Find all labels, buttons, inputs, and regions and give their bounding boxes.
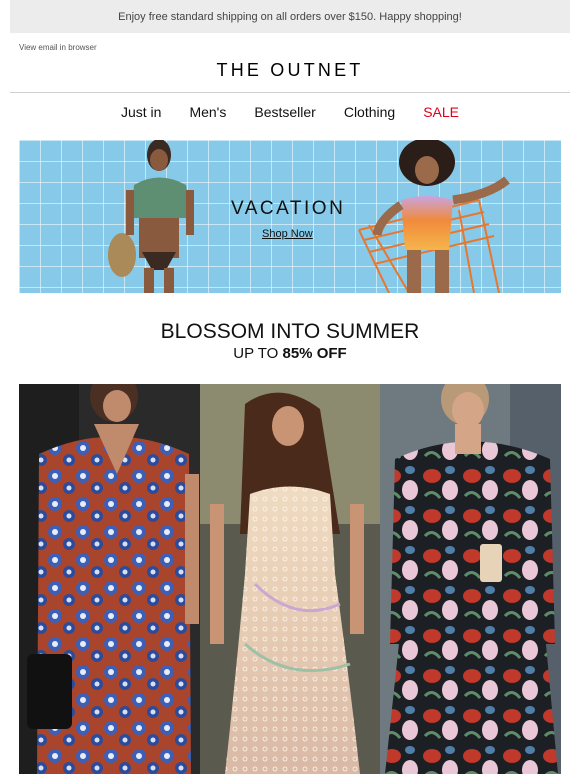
product-tile-floral-print-set[interactable] [380,384,562,774]
shop-now-link[interactable]: Shop Now [262,228,313,240]
shipping-banner-text: Enjoy free standard shipping on all orde… [118,10,462,23]
promo-headline: BLOSSOM INTO SUMMER [160,320,420,343]
floral-print-set-image [380,384,562,774]
shipping-banner: Enjoy free standard shipping on all orde… [10,0,570,33]
nav-item-clothing[interactable]: Clothing [344,104,395,120]
nav-item-sale[interactable]: SALE [423,104,459,120]
vacation-hero-banner[interactable]: VACATION Shop Now [19,140,561,293]
hero-title: VACATION [231,198,346,219]
hero-model-left-image [108,140,194,293]
nav-item-mens[interactable]: Men's [189,104,226,120]
promo-subline-prefix: UP TO [233,345,279,362]
lace-slip-gown-image [199,384,381,774]
nav-item-just-in[interactable]: Just in [121,104,161,120]
main-nav: Just in Men's Bestseller Clothing SALE [0,104,580,120]
brand-logo[interactable]: THE OUTNET [0,60,580,81]
header-divider [10,92,570,93]
product-image-grid [19,384,562,774]
hero-model-right-image [358,140,510,293]
promo-discount: 85% OFF [282,345,347,362]
product-tile-floral-wrap-dress[interactable] [19,384,200,774]
promo-subline: UP TO 85% OFF [0,345,580,362]
nav-item-bestseller[interactable]: Bestseller [254,104,315,120]
floral-wrap-dress-image [19,384,200,774]
view-in-browser-link[interactable]: View email in browser [19,43,97,52]
product-tile-lace-slip-gown[interactable] [199,384,381,774]
